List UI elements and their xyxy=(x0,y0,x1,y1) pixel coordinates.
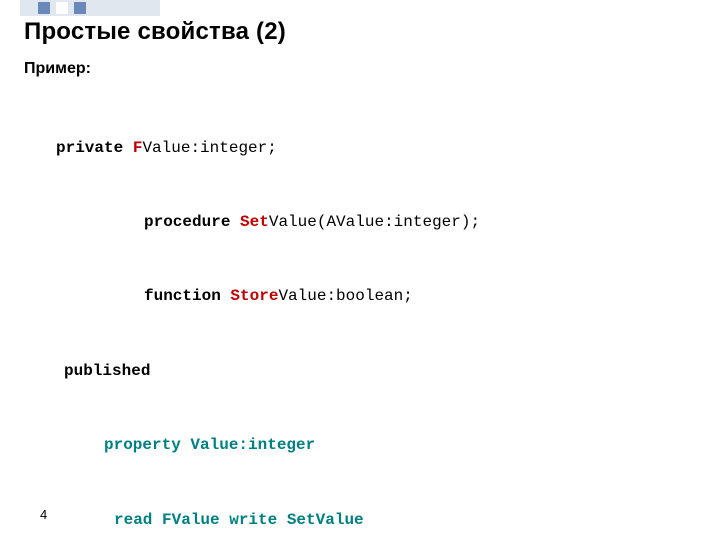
code-text: Value(AValue:integer); xyxy=(269,213,480,231)
code-line: published xyxy=(24,359,696,384)
token-f: F xyxy=(133,139,143,157)
code-line: function StoreValue:boolean; xyxy=(24,284,696,309)
code-text: Value:integer; xyxy=(142,139,276,157)
slide-title: Простые свойства (2) xyxy=(24,18,696,46)
code-line: property Value:integer xyxy=(24,433,696,458)
code-block-example: private FValue:integer; procedure SetVal… xyxy=(24,86,696,540)
code-line: procedure SetValue(AValue:integer); xyxy=(24,210,696,235)
example-heading: Пример: xyxy=(24,60,696,78)
prop-line-1: property Value:integer xyxy=(104,436,315,454)
code-text: Value:boolean; xyxy=(278,287,412,305)
token-store: Store xyxy=(230,287,278,305)
kw-private: private xyxy=(56,139,123,157)
code-line: read FValue write SetValue xyxy=(24,508,696,533)
kw-procedure: procedure xyxy=(144,213,230,231)
kw-published: published xyxy=(64,362,150,380)
slide-content: Простые свойства (2) Пример: private FVa… xyxy=(0,0,720,540)
kw-function: function xyxy=(144,287,221,305)
code-line: private FValue:integer; xyxy=(24,136,696,161)
token-set: Set xyxy=(240,213,269,231)
prop-line-2: read FValue write SetValue xyxy=(114,511,364,529)
